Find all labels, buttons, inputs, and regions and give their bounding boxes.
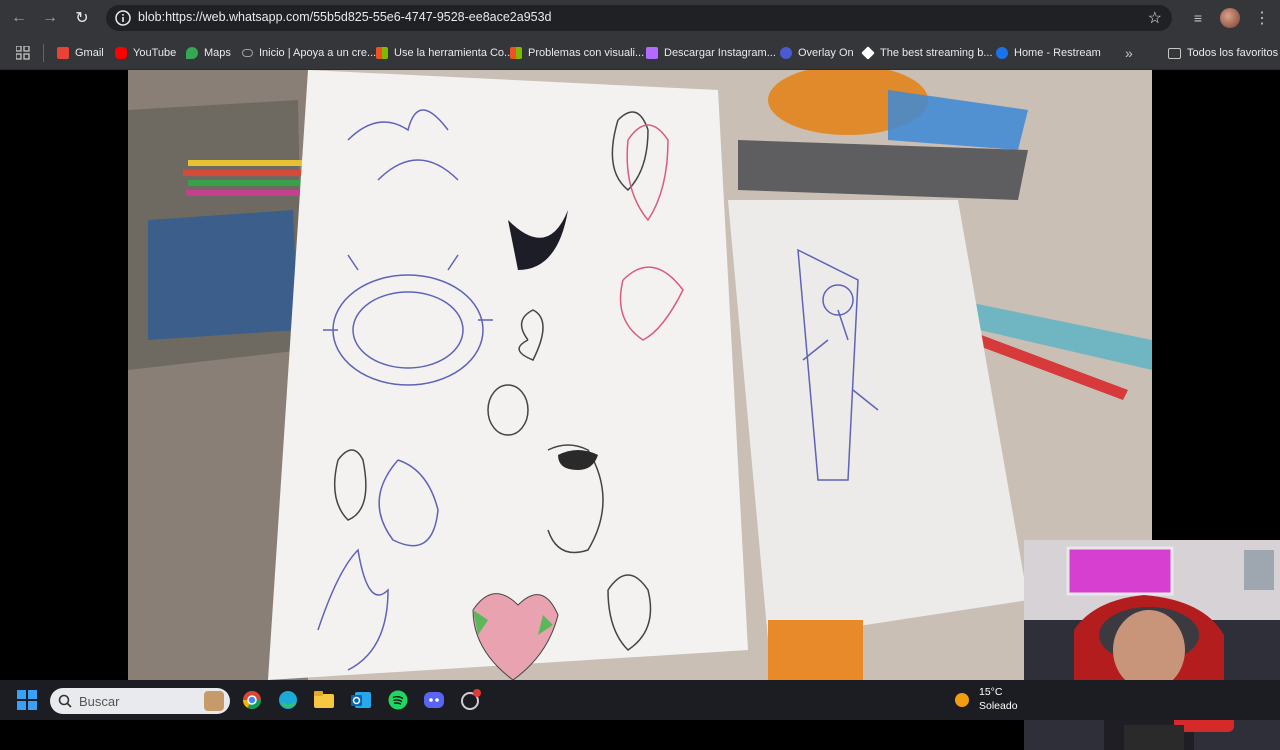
microsoft-icon — [510, 47, 522, 59]
bookmark-maps[interactable]: Maps — [186, 44, 231, 62]
more-bookmarks-icon[interactable]: » — [1125, 44, 1133, 62]
youtube-icon — [115, 47, 127, 59]
weather-condition: Soleado — [979, 700, 1018, 712]
search-label: Buscar — [79, 694, 120, 709]
gmail-icon — [57, 47, 69, 59]
app-icon[interactable] — [459, 688, 483, 712]
back-icon[interactable]: ← — [9, 8, 29, 28]
bookmark-label: Descargar Instagram... — [664, 47, 776, 59]
reload-icon[interactable]: ↻ — [72, 8, 92, 28]
bookmark-restream[interactable]: Home - Restream — [996, 44, 1101, 62]
weather-temperature: 15°C — [979, 686, 1003, 698]
bookmark-label: Todos los favoritos — [1187, 47, 1279, 59]
bookmark-label: Inicio | Apoya a un cre... — [259, 47, 377, 59]
sun-icon — [955, 693, 969, 707]
bookmark-best-streaming[interactable]: The best streaming b... — [861, 44, 993, 62]
chrome-icon[interactable] — [240, 688, 264, 712]
spotify-icon[interactable] — [386, 688, 410, 712]
overlay-icon — [780, 47, 792, 59]
bookmark-star-icon[interactable]: ☆ — [1148, 8, 1162, 28]
bookmark-label: The best streaming b... — [880, 47, 993, 59]
streaming-icon — [861, 46, 875, 60]
profile-avatar[interactable] — [1220, 8, 1240, 28]
maps-icon — [186, 47, 198, 59]
bookmark-label: Gmail — [75, 47, 104, 59]
microsoft-icon — [376, 47, 388, 59]
bookmarks-separator — [43, 44, 44, 62]
info-icon[interactable] — [114, 9, 132, 27]
address-bar[interactable]: blob:https://web.whatsapp.com/55b5d825-5… — [106, 5, 1172, 31]
bookmark-inicio[interactable]: Inicio | Apoya a un cre... — [242, 44, 376, 62]
bookmark-label: YouTube — [133, 47, 177, 59]
bookmark-use-la-herramienta[interactable]: Use la herramienta Co... — [376, 44, 513, 62]
bookmark-label: Maps — [204, 47, 231, 59]
search-highlight-icon — [204, 691, 224, 711]
windows-taskbar: Buscar 15°C Soleado — [0, 680, 1280, 720]
discord-icon[interactable] — [422, 688, 446, 712]
forward-icon[interactable]: → — [40, 8, 60, 28]
windows-start-icon[interactable] — [17, 690, 37, 710]
bookmark-label: Use la herramienta Co... — [394, 47, 514, 59]
bookmark-problemas[interactable]: Problemas con visuali... — [510, 44, 644, 62]
photo-illustration — [128, 70, 1152, 680]
bookmark-overlay-on[interactable]: Overlay On — [780, 44, 854, 62]
bookmark-youtube[interactable]: YouTube — [115, 44, 176, 62]
apps-grid-icon[interactable] — [16, 46, 30, 60]
folder-icon — [1168, 47, 1181, 59]
url-text[interactable]: blob:https://web.whatsapp.com/55b5d825-5… — [138, 10, 552, 24]
file-explorer-icon[interactable] — [312, 688, 336, 712]
edge-icon[interactable] — [276, 688, 300, 712]
bookmark-label: Problemas con visuali... — [528, 47, 645, 59]
download-icon — [646, 47, 658, 59]
reading-list-icon[interactable]: ≡ — [1188, 8, 1208, 28]
drawings-photo — [128, 70, 1152, 680]
taskbar-search[interactable]: Buscar — [50, 688, 230, 714]
outlook-icon[interactable] — [349, 688, 373, 712]
all-bookmarks-folder[interactable]: Todos los favoritos — [1168, 44, 1278, 62]
bookmark-gmail[interactable]: Gmail — [57, 44, 104, 62]
link-icon — [242, 49, 253, 57]
menu-kebab-icon[interactable]: ⋮ — [1254, 8, 1270, 28]
bookmark-label: Overlay On — [798, 47, 854, 59]
restream-icon — [996, 47, 1008, 59]
bookmark-label: Home - Restream — [1014, 47, 1101, 59]
blob-viewer — [0, 70, 1280, 750]
bookmark-descargar-instagram[interactable]: Descargar Instagram... — [646, 44, 776, 62]
browser-toolbar: ← → ↻ blob:https://web.whatsapp.com/55b5… — [0, 0, 1280, 36]
search-icon — [58, 694, 72, 708]
